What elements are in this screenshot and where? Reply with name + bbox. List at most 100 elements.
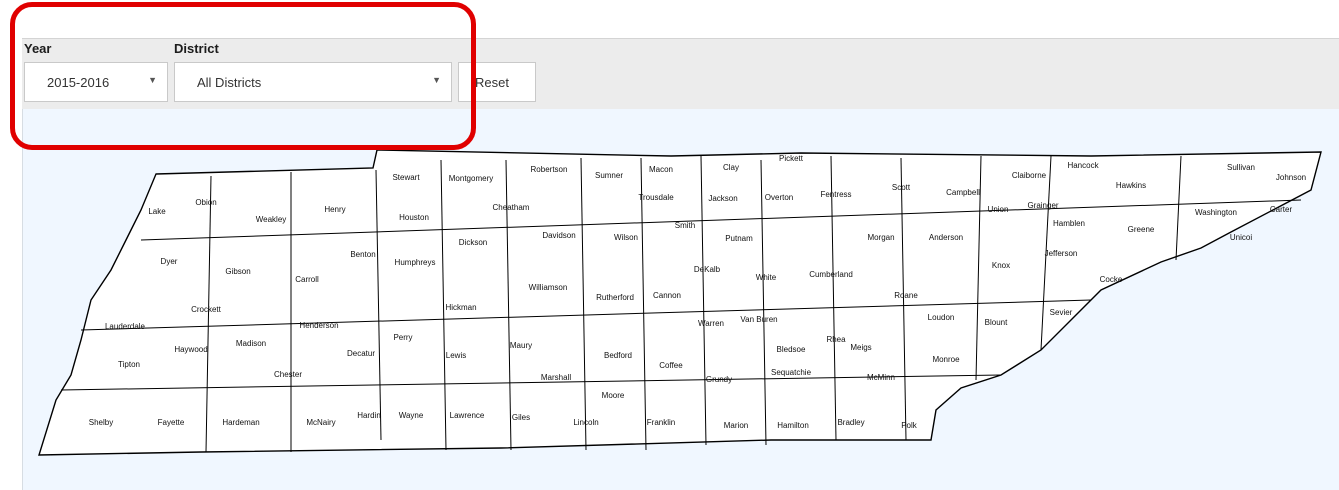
county-label-white: White xyxy=(756,273,777,282)
county-label-carroll: Carroll xyxy=(295,275,319,284)
county-label-crockett: Crockett xyxy=(191,305,222,314)
county-label-robertson: Robertson xyxy=(531,165,568,174)
county-label-humphreys: Humphreys xyxy=(395,258,436,267)
county-label-henry: Henry xyxy=(324,205,345,214)
county-label-lake: Lake xyxy=(148,207,166,216)
tennessee-county-map: Lake Obion Weakley Henry Stewart Montgomery Ro… xyxy=(38,149,1322,456)
county-label-morgan: Morgan xyxy=(867,233,894,242)
county-label-coffee: Coffee xyxy=(659,361,683,370)
county-label-montgomery: Montgomery xyxy=(449,174,493,183)
county-label-macon: Macon xyxy=(649,165,673,174)
county-label-monroe: Monroe xyxy=(932,355,960,364)
county-label-maury: Maury xyxy=(510,341,532,350)
county-label-union: Union xyxy=(988,205,1009,214)
county-label-knox: Knox xyxy=(992,261,1010,270)
county-label-grainger: Grainger xyxy=(1027,201,1058,210)
county-label-davidson: Davidson xyxy=(542,231,575,240)
county-label-warren: Warren xyxy=(698,319,724,328)
county-label-chester: Chester xyxy=(274,370,302,379)
county-label-anderson: Anderson xyxy=(929,233,963,242)
county-label-sullivan: Sullivan xyxy=(1227,163,1255,172)
county-label-washington: Washington xyxy=(1195,208,1237,217)
county-label-gibson: Gibson xyxy=(225,267,250,276)
county-label-jackson: Jackson xyxy=(708,194,737,203)
district-select-value: All Districts xyxy=(197,75,262,90)
county-label-madison: Madison xyxy=(236,339,266,348)
year-select-value: 2015-2016 xyxy=(47,75,110,90)
county-label-franklin: Franklin xyxy=(647,418,675,427)
reset-button-label: Reset xyxy=(475,75,509,90)
county-label-hardeman: Hardeman xyxy=(222,418,259,427)
county-label-trousdale: Trousdale xyxy=(638,193,674,202)
county-label-grundy: Grundy xyxy=(706,375,732,384)
county-label-haywood: Haywood xyxy=(174,345,207,354)
year-label: Year xyxy=(24,41,52,56)
county-label-polk: Polk xyxy=(901,421,918,430)
county-label-dekalb: DeKalb xyxy=(694,265,721,274)
county-label-putnam: Putnam xyxy=(725,234,753,243)
county-label-fayette: Fayette xyxy=(158,418,185,427)
county-label-campbell: Campbell xyxy=(946,188,980,197)
county-label-van-buren: Van Buren xyxy=(740,315,777,324)
county-label-hardin: Hardin xyxy=(357,411,381,420)
county-label-obion: Obion xyxy=(195,198,216,207)
county-label-marion: Marion xyxy=(724,421,748,430)
county-label-weakley: Weakley xyxy=(256,215,287,224)
county-label-loudon: Loudon xyxy=(928,313,955,322)
county-label-jefferson: Jefferson xyxy=(1045,249,1078,258)
county-label-smith: Smith xyxy=(675,221,695,230)
county-label-sequatchie: Sequatchie xyxy=(771,368,812,377)
county-label-wayne: Wayne xyxy=(399,411,424,420)
county-label-cumberland: Cumberland xyxy=(809,270,853,279)
county-label-hawkins: Hawkins xyxy=(1116,181,1146,190)
county-label-benton: Benton xyxy=(350,250,375,259)
county-label-greene: Greene xyxy=(1128,225,1155,234)
county-label-cheatham: Cheatham xyxy=(493,203,530,212)
county-label-sevier: Sevier xyxy=(1050,308,1073,317)
county-label-rutherford: Rutherford xyxy=(596,293,634,302)
county-label-overton: Overton xyxy=(765,193,793,202)
county-label-mcnairy: McNairy xyxy=(306,418,335,427)
county-label-tipton: Tipton xyxy=(118,360,140,369)
county-label-unicoi: Unicoi xyxy=(1230,233,1252,242)
county-label-shelby: Shelby xyxy=(89,418,113,427)
county-label-lawrence: Lawrence xyxy=(450,411,485,420)
year-select[interactable]: 2015-2016 ▼ xyxy=(24,62,168,102)
county-label-decatur: Decatur xyxy=(347,349,375,358)
county-label-marshall: Marshall xyxy=(541,373,571,382)
county-label-bledsoe: Bledsoe xyxy=(777,345,806,354)
county-label-bradley: Bradley xyxy=(837,418,864,427)
county-label-giles: Giles xyxy=(512,413,530,422)
county-label-perry: Perry xyxy=(393,333,412,342)
county-label-johnson: Johnson xyxy=(1276,173,1306,182)
district-select[interactable]: All Districts ▼ xyxy=(174,62,452,102)
county-label-henderson: Henderson xyxy=(299,321,338,330)
county-label-houston: Houston xyxy=(399,213,429,222)
reset-button[interactable]: Reset xyxy=(458,62,536,102)
county-label-hickman: Hickman xyxy=(445,303,476,312)
county-label-hamblen: Hamblen xyxy=(1053,219,1085,228)
map-panel: Lake Obion Weakley Henry Stewart Montgomery Ro… xyxy=(22,109,1339,490)
county-label-wilson: Wilson xyxy=(614,233,638,242)
county-label-blount: Blount xyxy=(985,318,1008,327)
county-label-dickson: Dickson xyxy=(459,238,487,247)
county-label-hamilton: Hamilton xyxy=(777,421,809,430)
chevron-down-icon: ▼ xyxy=(148,75,157,85)
county-label-bedford: Bedford xyxy=(604,351,632,360)
state-outline xyxy=(38,149,1322,456)
county-label-sumner: Sumner xyxy=(595,171,623,180)
county-label-cocke: Cocke xyxy=(1100,275,1123,284)
district-label: District xyxy=(174,41,219,56)
county-label-hancock: Hancock xyxy=(1067,161,1099,170)
county-label-fentress: Fentress xyxy=(820,190,851,199)
county-label-lewis: Lewis xyxy=(446,351,466,360)
county-label-roane: Roane xyxy=(894,291,918,300)
county-label-pickett: Pickett xyxy=(779,154,804,163)
county-label-moore: Moore xyxy=(602,391,625,400)
county-label-lauderdale: Lauderdale xyxy=(105,322,146,331)
county-label-meigs: Meigs xyxy=(850,343,871,352)
county-label-claiborne: Claiborne xyxy=(1012,171,1047,180)
county-label-lincoln: Lincoln xyxy=(573,418,598,427)
county-label-mcminn: McMinn xyxy=(867,373,895,382)
county-label-clay: Clay xyxy=(723,163,739,172)
